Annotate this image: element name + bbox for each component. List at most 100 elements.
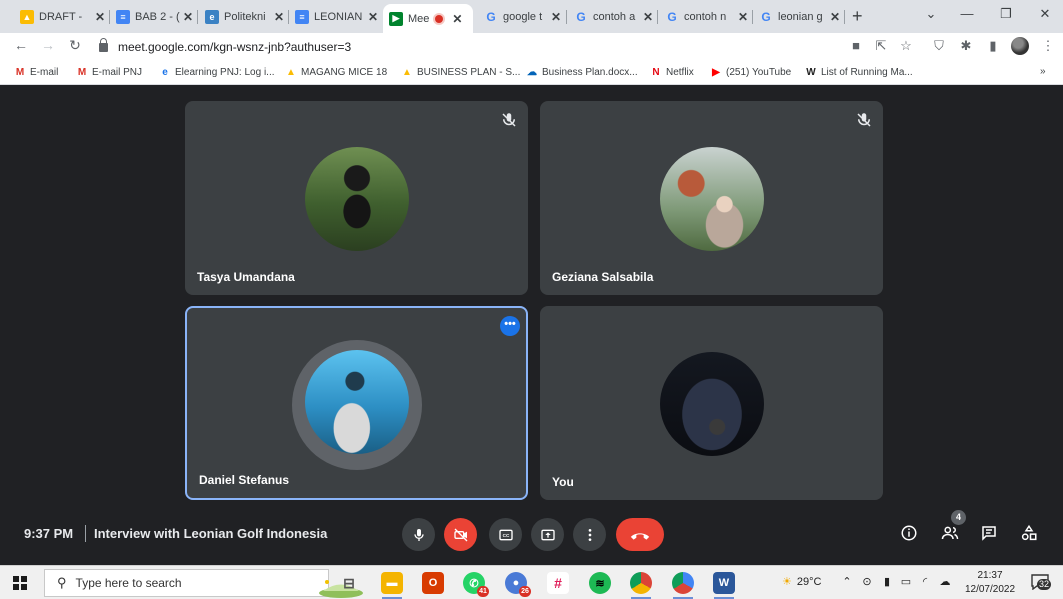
divider <box>85 525 86 542</box>
side-panel-icon[interactable]: ▮ <box>984 38 1002 54</box>
weather-widget[interactable]: ☀ 29°C <box>782 575 821 589</box>
chrome-icon[interactable] <box>630 572 652 594</box>
participant-tile-daniel[interactable]: ••• Daniel Stefanus <box>185 306 528 500</box>
taskbar-search-input[interactable]: ⚲ Type here to search <box>44 569 363 598</box>
camera-off-icon <box>453 528 467 541</box>
meeting-details-button[interactable] <box>898 522 920 544</box>
restore-icon[interactable]: ❐ <box>996 6 1016 22</box>
system-clock[interactable]: 21:37 12/07/2022 <box>962 569 1018 597</box>
extensions-puzzle-icon[interactable]: ✱ <box>957 38 975 54</box>
tab-label: Politekni <box>224 11 266 23</box>
profile-avatar[interactable] <box>1011 37 1029 55</box>
present-icon <box>540 529 555 540</box>
avatar <box>659 352 764 456</box>
tab-leonian-g[interactable]: G leonian g ✕ <box>753 6 843 28</box>
onedrive-cloud-icon[interactable]: ☁ <box>938 575 952 588</box>
participant-tile-tasya[interactable]: Tasya Umandana <box>185 101 528 295</box>
camera-in-use-icon[interactable]: ■ <box>847 38 865 53</box>
tab-search-chevron-icon[interactable]: ⌄ <box>921 6 941 22</box>
slack-icon[interactable]: # <box>547 572 569 594</box>
webcam-tray-icon[interactable]: ⊙ <box>860 575 874 588</box>
meet-stage: Tasya Umandana Geziana Salsabila ••• Dan… <box>0 85 1063 565</box>
windows-taskbar: ⚲ Type here to search ⊟ ▬ O ✆ 41 ● 26 # ≋ … <box>0 565 1063 599</box>
participant-tile-geziana[interactable]: Geziana Salsabila <box>540 101 883 295</box>
bookmark-email-pnj[interactable]: M E-mail PNJ <box>76 66 142 78</box>
close-icon[interactable]: ✕ <box>180 10 196 24</box>
tab-draft[interactable]: ▲ DRAFT - ✕ <box>14 6 108 28</box>
bookmark-magang[interactable]: ▲ MAGANG MICE 18 <box>285 66 387 78</box>
spotify-icon[interactable]: ≋ <box>589 572 611 594</box>
close-icon[interactable]: ✕ <box>271 10 287 24</box>
share-icon[interactable]: ⇱ <box>872 38 890 54</box>
whatsapp-icon[interactable]: ✆ 41 <box>463 572 489 597</box>
close-icon[interactable]: ✕ <box>735 10 751 24</box>
camera-off-button[interactable] <box>444 518 477 551</box>
lock-icon[interactable] <box>99 37 108 52</box>
word-icon[interactable]: W <box>713 572 735 594</box>
minimize-icon[interactable]: — <box>957 6 977 21</box>
wifi-icon[interactable]: ◜ <box>918 575 932 588</box>
close-window-icon[interactable]: ✕ <box>1035 6 1055 22</box>
file-explorer-icon[interactable]: ▬ <box>381 572 403 594</box>
leave-call-button[interactable] <box>616 518 664 551</box>
back-arrow-icon[interactable]: ← <box>13 37 29 53</box>
close-icon[interactable]: ✕ <box>92 10 108 24</box>
chat-icon <box>982 526 996 541</box>
reload-icon[interactable]: ↻ <box>67 37 83 54</box>
tab-google-t[interactable]: G google t ✕ <box>478 6 564 28</box>
wikipedia-icon: W <box>806 66 816 78</box>
present-screen-button[interactable] <box>531 518 564 551</box>
tab-label: DRAFT - <box>39 11 83 23</box>
chrome-icon-2[interactable] <box>672 572 694 594</box>
close-icon[interactable]: ✕ <box>365 10 381 24</box>
bookmark-youtube[interactable]: ▶ (251) YouTube <box>710 66 791 78</box>
search-placeholder: Type here to search <box>75 576 182 590</box>
office-icon[interactable]: O <box>422 572 444 594</box>
close-icon[interactable]: ✕ <box>827 10 843 24</box>
bookmark-elearning[interactable]: e Elearning PNJ: Log i... <box>159 66 274 78</box>
close-icon[interactable]: ✕ <box>449 12 465 26</box>
close-icon[interactable]: ✕ <box>640 10 656 24</box>
participant-tile-you[interactable]: You <box>540 306 883 500</box>
microphone-button[interactable] <box>402 518 435 551</box>
task-view-icon[interactable]: ⊟ <box>338 572 360 594</box>
bookmark-label: Netflix <box>666 66 694 78</box>
chrome-profile-icon[interactable]: ● 26 <box>505 572 531 597</box>
bookmark-running[interactable]: W List of Running Ma... <box>805 66 912 78</box>
bookmark-netflix[interactable]: N Netflix <box>650 66 694 78</box>
tab-label: BAB 2 - ( <box>135 11 180 23</box>
bookmark-email[interactable]: M E-mail <box>14 66 59 78</box>
more-options-button[interactable]: ••• <box>500 316 520 336</box>
windows-start-icon[interactable] <box>13 576 27 590</box>
more-options-button[interactable] <box>573 518 606 551</box>
tab-leonian[interactable]: ≡ LEONIAN ✕ <box>289 6 381 28</box>
netflix-icon: N <box>652 66 660 78</box>
battery-icon[interactable]: ▭ <box>899 575 913 588</box>
close-icon[interactable]: ✕ <box>548 10 564 24</box>
bookmark-business-plan[interactable]: ▲ BUSINESS PLAN - S... <box>401 66 520 78</box>
address-bar[interactable]: meet.google.com/kgn-wsnz-jnb?authuser=3 <box>95 36 870 58</box>
chevron-up-icon[interactable]: ⌃ <box>840 575 854 588</box>
bookmark-label: BUSINESS PLAN - S... <box>417 66 521 78</box>
bookmark-label: (251) YouTube <box>726 66 792 78</box>
captions-button[interactable]: CC <box>489 518 522 551</box>
gmail-icon: M <box>15 66 25 78</box>
bookmark-business-docx[interactable]: ☁ Business Plan.docx... <box>526 66 638 78</box>
chrome-profile-badge: 26 <box>519 586 531 597</box>
forward-arrow-icon[interactable]: → <box>40 37 56 53</box>
bookmark-star-icon[interactable]: ☆ <box>897 38 915 54</box>
kebab-menu-icon[interactable]: ⋮ <box>1039 38 1057 54</box>
extension-shield-icon[interactable]: ⛉ <box>930 38 948 54</box>
activities-button[interactable] <box>1018 522 1040 544</box>
chat-button[interactable] <box>978 522 1000 544</box>
microphone-tray-icon[interactable]: ▮ <box>880 575 894 588</box>
new-tab-button[interactable]: + <box>852 6 868 27</box>
tab-meet-active[interactable]: ▶ Mee ✕ <box>383 4 473 33</box>
bookmarks-overflow-button[interactable]: » <box>1040 66 1046 77</box>
tab-contoh-n[interactable]: G contoh n ✕ <box>659 6 751 28</box>
tab-bab2[interactable]: ≡ BAB 2 - ( ✕ <box>110 6 196 28</box>
people-button[interactable] <box>939 522 961 544</box>
tab-contoh-a[interactable]: G contoh a ✕ <box>568 6 656 28</box>
tab-politeknik[interactable]: e Politekni ✕ <box>199 6 287 28</box>
clock-time: 21:37 <box>977 570 1003 581</box>
